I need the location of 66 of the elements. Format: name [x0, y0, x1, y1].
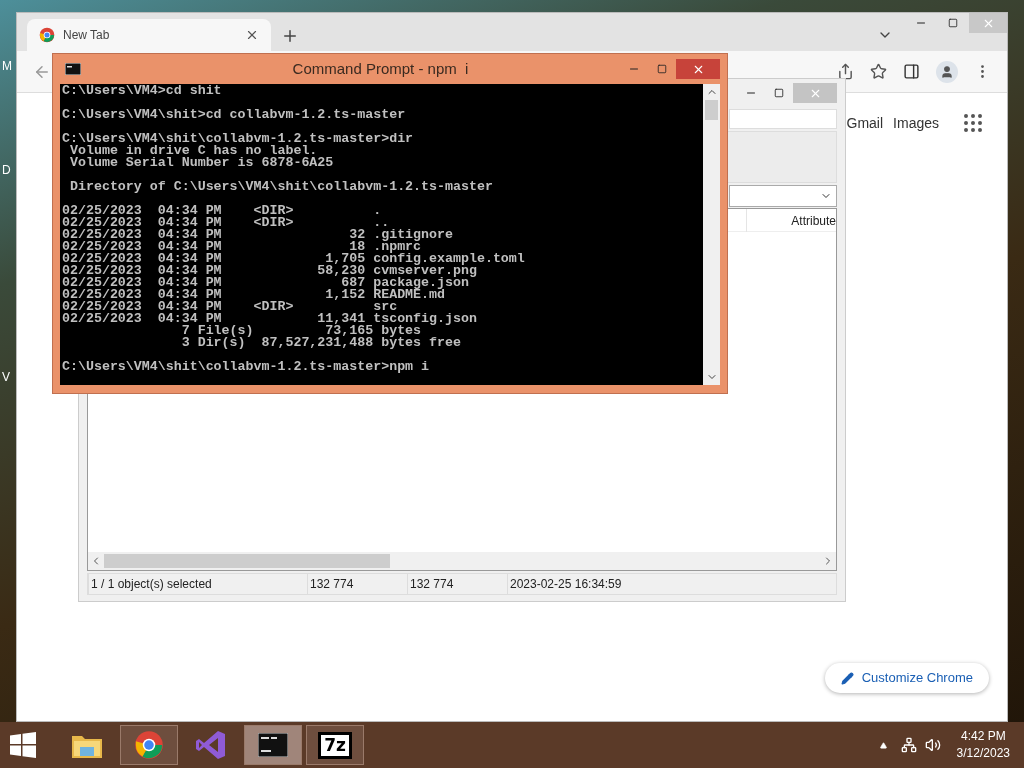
- maximize-icon: [774, 88, 784, 98]
- desktop-icon-label: D: [2, 164, 11, 176]
- maximize-icon: [948, 18, 958, 28]
- header-link[interactable]: Images: [893, 112, 939, 134]
- console-line: C:\Users\VM4\shit>cd collabvm-1.2.ts-master: [62, 109, 407, 121]
- console-line: C:\Users\VM4\shit\collabvm-1.2.ts-master>npm i: [62, 361, 431, 373]
- scroll-thumb[interactable]: [705, 100, 718, 120]
- path-dropdown[interactable]: [729, 185, 837, 207]
- scroll-thumb[interactable]: [104, 554, 390, 568]
- network-icon[interactable]: [900, 737, 917, 753]
- start-icon[interactable]: [10, 732, 36, 758]
- taskbar-app[interactable]: 7z: [306, 725, 364, 765]
- clock[interactable]: 4:42 PM 3/12/2023: [956, 728, 1010, 762]
- console-line: Directory of C:\Users\VM4\shit\collabvm-1.2.ts-master: [68, 181, 494, 193]
- clock-time: 4:42 PM: [960, 728, 1006, 745]
- profile-avatar[interactable]: [936, 60, 958, 83]
- clock-date: 3/12/2023: [956, 745, 1010, 762]
- status-text: 2023-02-25 16:34:59: [507, 574, 836, 594]
- console-line: 02/25/2023 04:34 PM 58,230 cvmserver.png: [62, 265, 477, 277]
- desktop-icon-label: V: [2, 371, 10, 383]
- apps-grid-icon[interactable]: [961, 111, 985, 135]
- console-line: 02/25/2023 04:34 PM <DIR> ..: [62, 217, 390, 229]
- console-icon: [258, 733, 288, 757]
- vertical-scrollbar[interactable]: [703, 84, 720, 385]
- maximize-icon: [657, 64, 667, 74]
- window-title: Command Prompt - npm i: [291, 58, 470, 79]
- console-line: 02/25/2023 04:34 PM <DIR> .: [62, 205, 383, 217]
- console-line: 02/25/2023 04:34 PM 32 .gitignore: [62, 229, 454, 241]
- header-link[interactable]: Gmail: [846, 112, 884, 134]
- studio-logo-icon: [194, 728, 228, 762]
- console-line: 02/25/2023 04:34 PM <DIR> src: [62, 301, 398, 313]
- address-field[interactable]: [729, 109, 837, 129]
- browser-tab[interactable]: New Tab: [27, 19, 271, 51]
- close-icon[interactable]: [245, 28, 259, 42]
- console-line: Volume Serial Number is 6878-6A25: [68, 157, 335, 169]
- console-line: 02/25/2023 04:34 PM 18 .npmrc: [62, 241, 422, 253]
- console-line: Volume in drive C has no label.: [68, 145, 318, 157]
- status-text: 132 774: [407, 574, 507, 594]
- archive-logo-icon: 7z: [318, 731, 352, 759]
- console-line: 02/25/2023 04:34 PM 1,705 config.example.toml: [62, 253, 526, 265]
- tray-caret-icon[interactable]: [879, 741, 887, 749]
- console-line: C:\Users\VM4\shit\collabvm-1.2.ts-master>dir: [62, 133, 415, 145]
- console-line: 3 Dir(s) 87,527,231,488 bytes free: [180, 337, 462, 349]
- console-line: 02/25/2023 04:34 PM 11,341 tsconfig.json: [62, 313, 478, 325]
- status-text: 132 774: [307, 574, 407, 594]
- console-line: 02/25/2023 04:34 PM 1,152 README.md: [62, 289, 445, 301]
- close-button[interactable]: [676, 59, 720, 79]
- console-icon: [65, 63, 81, 75]
- side-panel-icon[interactable]: [903, 63, 920, 80]
- pencil-icon: [840, 671, 854, 685]
- console-line: 7 File(s) 73,165 bytes: [180, 325, 422, 337]
- horizontal-scrollbar[interactable]: [88, 552, 836, 570]
- status-text: 1 / 1 object(s) selected: [88, 574, 307, 594]
- volume-icon[interactable]: [924, 737, 941, 753]
- share-icon[interactable]: [837, 63, 854, 80]
- chrome-icon: [39, 27, 55, 43]
- new-tab-icon[interactable]: [281, 27, 299, 45]
- star-icon[interactable]: [870, 63, 887, 80]
- console-line: C:\Users\VM4>cd shit: [62, 85, 223, 97]
- tab-title: New Tab: [63, 27, 111, 44]
- customize-button[interactable]: Customize Chrome: [824, 663, 989, 693]
- taskbar-app[interactable]: [244, 725, 302, 765]
- chrome-icon: [134, 730, 164, 760]
- desktop-icon-label: M: [2, 60, 12, 72]
- column-header[interactable]: Attribute: [746, 209, 836, 232]
- console-line: 02/25/2023 04:34 PM 687 package.json: [62, 277, 469, 289]
